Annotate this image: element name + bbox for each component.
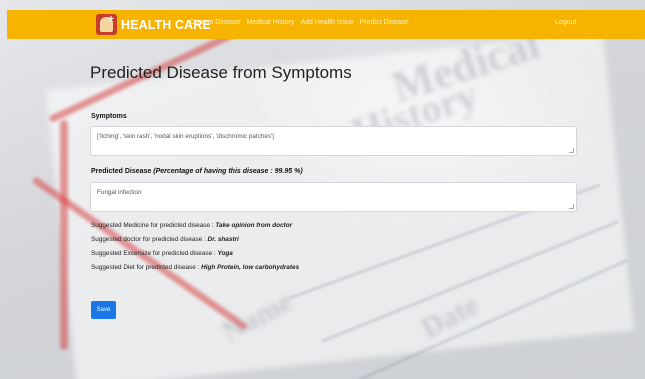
predicted-disease-label-text: Predicted Disease xyxy=(91,168,152,175)
symptoms-label: Symptoms xyxy=(91,113,127,120)
symptoms-field[interactable]: ['itching', 'skin rash', 'nodal skin eru… xyxy=(90,126,577,156)
nav-link-add-health-issue[interactable]: Add Health Issue xyxy=(300,19,353,26)
nav-links: Current Disease Medical History Add Heal… xyxy=(190,19,409,26)
suggested-exercise-label: Suggested Excersize for predicted diseas… xyxy=(91,250,218,257)
suggested-diet-value: High Protein, low carbohydrates xyxy=(201,264,300,271)
predicted-percentage: (Percentage of having this disease : 99.… xyxy=(153,168,303,175)
save-button[interactable]: Save xyxy=(91,301,116,319)
predicted-disease-label: Predicted Disease (Percentage of having … xyxy=(91,168,303,175)
page-title: Predicted Disease from Symptoms xyxy=(90,63,352,82)
suggested-doctor-label: Suggested doctor for predicted disease : xyxy=(91,236,208,243)
suggested-exercise: Suggested Excersize for predicted diseas… xyxy=(91,250,233,257)
nav-link-predict-disease[interactable]: Predict Disease xyxy=(360,19,409,26)
predicted-disease-field[interactable]: Fungal infection xyxy=(90,182,577,212)
suggested-medicine-value: Take opinion from doctor xyxy=(215,222,293,229)
nav-link-current-disease[interactable]: Current Disease xyxy=(190,19,241,26)
nav-link-medical-history[interactable]: Medical History xyxy=(247,19,295,26)
suggested-doctor-value: Dr. shastri xyxy=(207,236,239,243)
suggested-doctor: Suggested doctor for predicted disease :… xyxy=(91,236,239,243)
suggested-medicine-label: Suggested Medicine for predicted disease… xyxy=(91,222,216,229)
top-navbar: HEALTH CARE Current Disease Medical Hist… xyxy=(7,10,645,39)
suggested-medicine: Suggested Medicine for predicted disease… xyxy=(91,222,292,229)
suggested-exercise-value: Yoga xyxy=(217,250,233,257)
health-care-logo-icon xyxy=(96,14,117,35)
logout-link[interactable]: Logout xyxy=(555,19,576,26)
suggested-diet: Suggested Diet for predicted disease : H… xyxy=(91,264,299,271)
suggested-diet-label: Suggested Diet for predicted disease : xyxy=(91,264,202,271)
